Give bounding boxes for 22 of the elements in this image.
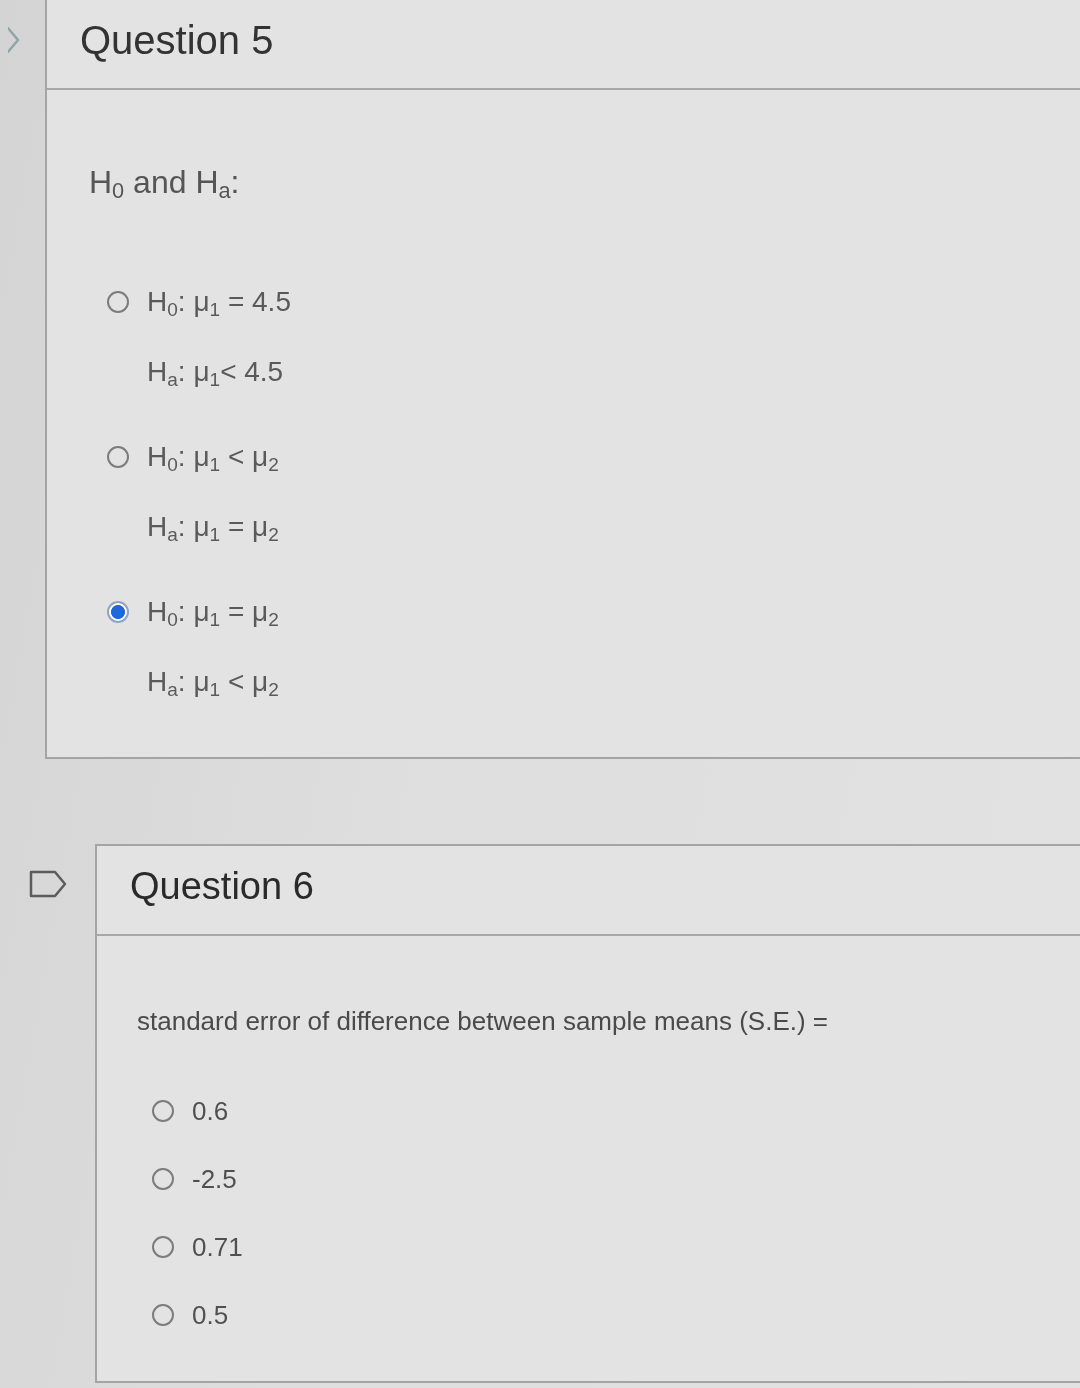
radio-button[interactable] — [152, 1236, 174, 1258]
question-prompt: H$_{0}$ and H$_{a}$: — [89, 164, 240, 200]
question-title: Question 5 — [80, 17, 274, 64]
radio-button[interactable] — [152, 1304, 174, 1326]
tag-icon[interactable] — [29, 868, 67, 900]
question-prompt: standard error of difference between sample means (S.E.) = — [137, 1005, 829, 1037]
question-title: Question 6 — [130, 864, 314, 909]
answer-text: 0.5 — [192, 1299, 229, 1332]
answer-text: H$_{0}$: μ$_{1}$ = 4.5 — [147, 285, 291, 320]
answer-text: 0.71 — [192, 1231, 243, 1264]
answer-text: H$_{0}$: μ$_{1}$ = μ$_{2}$ — [147, 595, 279, 630]
radio-button[interactable] — [107, 601, 129, 623]
radio-button[interactable] — [152, 1168, 174, 1190]
radio-button[interactable] — [107, 291, 129, 313]
answer-text: H$_{a}$: μ$_{1}$< 4.5 — [147, 355, 284, 390]
radio-button[interactable] — [107, 446, 129, 468]
answer-text: H$_{a}$: μ$_{1}$ < μ$_{2}$ — [147, 665, 279, 700]
answer-text: H$_{0}$: μ$_{1}$ < μ$_{2}$ — [147, 440, 279, 475]
answer-text: -2.5 — [192, 1163, 237, 1196]
answer-text: H$_{a}$: μ$_{1}$ = μ$_{2}$ — [147, 510, 279, 545]
radio-button[interactable] — [152, 1100, 174, 1122]
answer-text: 0.6 — [192, 1095, 229, 1128]
